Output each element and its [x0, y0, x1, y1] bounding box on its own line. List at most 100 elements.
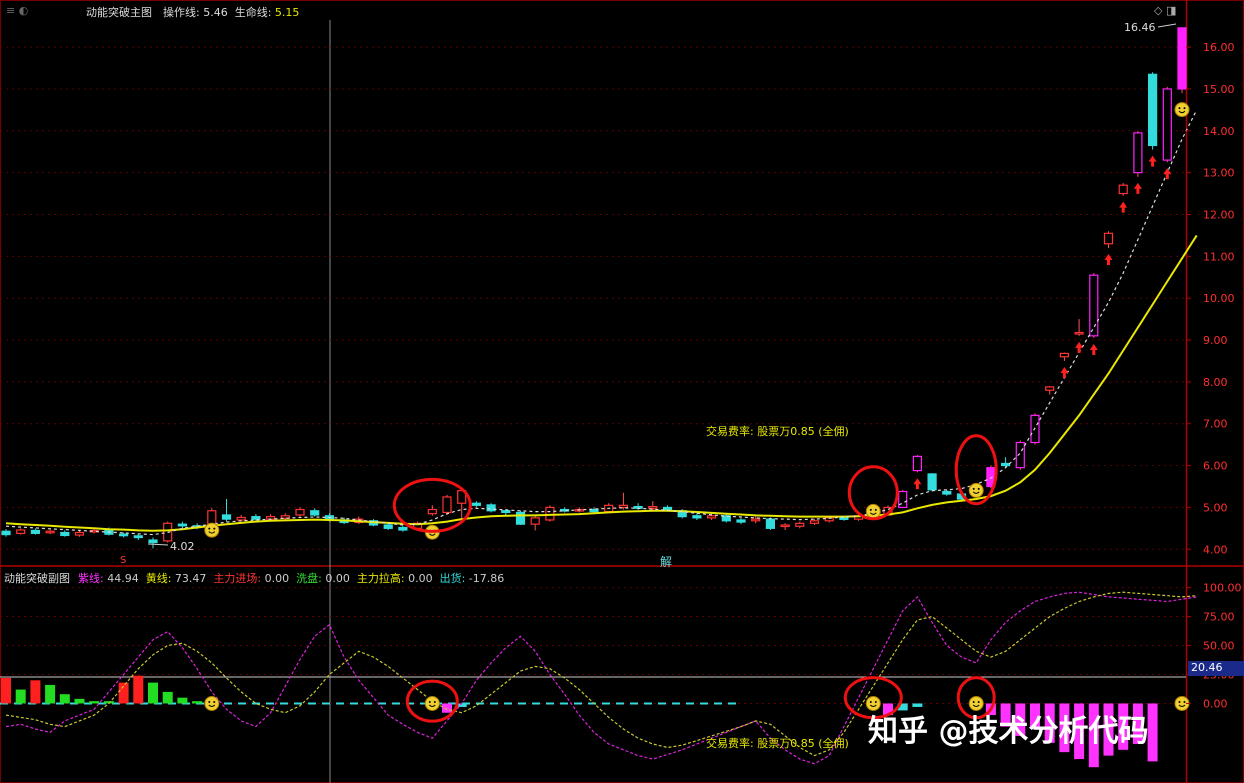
histogram-bar [192, 701, 203, 704]
candle-body [133, 535, 143, 539]
smiley-eye [869, 508, 872, 511]
histogram-bar [59, 694, 70, 704]
candle-body [927, 473, 937, 491]
candle-body [1, 530, 11, 536]
smiley-face [968, 482, 984, 498]
candle-body [780, 524, 790, 528]
price-tick-label: 13.00 [1203, 167, 1235, 180]
up-arrow-icon [1060, 366, 1069, 378]
smiley-eye [1178, 700, 1181, 703]
indicator-value: 0.00 [321, 572, 350, 585]
smiley-face [424, 695, 440, 711]
candle-body [74, 531, 85, 536]
candle-body [1074, 331, 1084, 335]
histogram-bar [89, 701, 100, 704]
candle-body [765, 518, 776, 529]
smiley-face [204, 695, 220, 711]
candle-body [692, 515, 702, 519]
histogram-bar [177, 697, 188, 704]
histogram-bar [1147, 703, 1158, 762]
smiley-eye [972, 487, 975, 490]
operation-line [5, 109, 1198, 536]
life-line [5, 234, 1198, 532]
candle-body [16, 529, 26, 534]
price-tick-label: 16.00 [1203, 41, 1235, 54]
candle-body [530, 517, 540, 525]
smiley-eye [977, 487, 980, 490]
up-arrow-icon [1133, 182, 1142, 194]
candle-body [442, 496, 452, 514]
smiley-eye [977, 700, 980, 703]
smiley-icon [204, 695, 220, 711]
sub-panel-title: 动能突破副图 [4, 572, 70, 585]
price-tick-label: 11.00 [1203, 250, 1235, 263]
up-arrow-icon [913, 478, 922, 490]
candle-body [648, 505, 658, 509]
histogram-bar [1, 677, 11, 704]
price-tick-label: 4.00 [1203, 543, 1228, 556]
chart-canvas: 16.00 15.00 14.00 13.00 12.00 11.00 10.00 9.00 8… [0, 0, 1244, 783]
indicator-value: 5.15 [271, 6, 300, 19]
up-arrow-icon [1104, 253, 1113, 265]
candle-body [45, 530, 55, 534]
candle-body [795, 522, 805, 527]
candle-body [912, 455, 923, 472]
histogram-bar [442, 703, 452, 713]
candle-body [471, 502, 481, 506]
smiley-eye [213, 700, 216, 703]
main-marks [147, 23, 1190, 546]
sub-value-axis: 100.0075.0050.0025.000.00 [1186, 582, 1242, 710]
main-lines [5, 109, 1198, 536]
candle-body [383, 524, 393, 529]
smiley-face [865, 503, 881, 519]
candle-body [251, 516, 261, 520]
candle-body [1000, 462, 1011, 467]
price-tick-label: 14.00 [1203, 125, 1235, 138]
indicator-label: 紫线: [78, 572, 104, 585]
low-marker: 4.02 [170, 540, 195, 553]
smiley-eye [1183, 700, 1186, 703]
sub-tick-label: 50.00 [1203, 640, 1235, 653]
low-leader [147, 543, 169, 546]
sub-tick-label: 0.00 [1203, 697, 1228, 710]
smiley-eye [208, 700, 211, 703]
indicator-label: 生命线: [234, 6, 272, 19]
candle-body [1147, 73, 1158, 147]
current-value-tag: 20.46 [1188, 661, 1244, 676]
price-tick-label: 6.00 [1203, 460, 1228, 473]
candle-body [60, 531, 70, 537]
indicator-label: 操作线: [163, 6, 200, 19]
smiley-eye [869, 700, 872, 703]
histogram-bar [74, 698, 85, 704]
smiley-eye [433, 700, 436, 703]
up-arrow-icon [1075, 341, 1084, 353]
candle-body [30, 529, 40, 534]
histogram-bar [30, 680, 41, 704]
candle-body [736, 519, 746, 523]
candle-body [1059, 352, 1070, 358]
smiley-eye [1178, 107, 1181, 110]
smiley-icon [424, 695, 440, 711]
price-tick-label: 15.00 [1203, 83, 1235, 96]
candle-body [1133, 132, 1143, 174]
candle-body [751, 518, 761, 522]
smiley-icon [204, 522, 220, 538]
high-leader [1157, 23, 1177, 28]
candle-body [236, 516, 246, 521]
main-price-axis: 16.00 15.00 14.00 13.00 12.00 11.00 10.00 9.00 8… [1186, 41, 1235, 556]
sub-indicator-readout: 紫线: 44.94 黄线: 73.47 主力进场: 0.00 洗盘: 0.00 主力拉高… [78, 570, 511, 586]
indicator-label: 黄线: [145, 572, 172, 585]
price-tick-label: 7.00 [1203, 418, 1228, 431]
window-control-icons[interactable]: ◇ ◨ [1154, 4, 1176, 17]
histogram-bar [133, 675, 144, 704]
candle-body [809, 520, 820, 524]
smiley-eye [428, 700, 431, 703]
candle-body [515, 511, 526, 525]
price-tick-label: 5.00 [1203, 501, 1228, 514]
sub-tick-label: 75.00 [1203, 611, 1235, 624]
indicator-value: 44.94 [103, 572, 139, 585]
histogram-bar [118, 682, 129, 704]
candle-body [706, 515, 717, 519]
price-tick-label: 8.00 [1203, 376, 1228, 389]
indicator-label: 主力进场: [213, 572, 262, 585]
